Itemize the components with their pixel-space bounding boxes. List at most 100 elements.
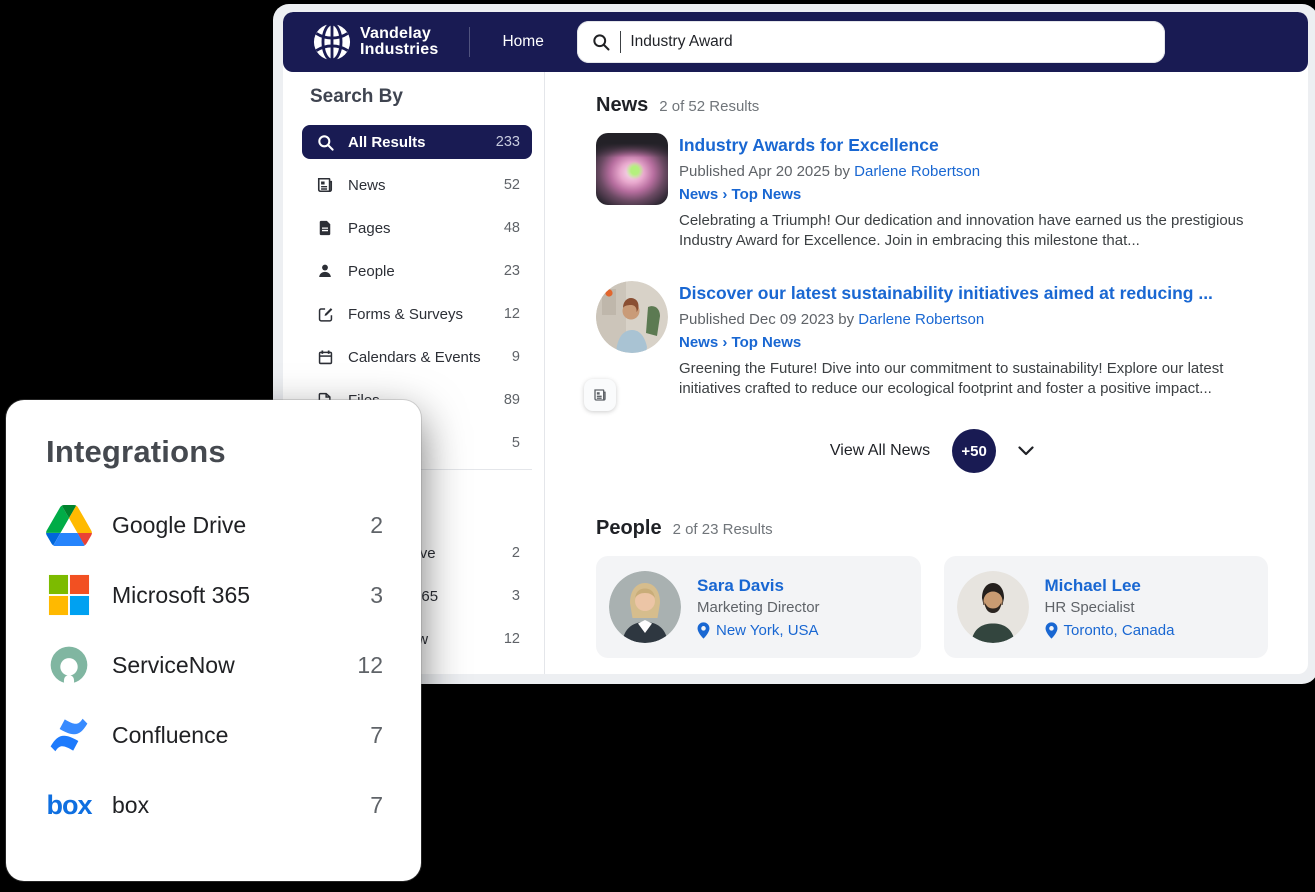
news-published-line: Published Apr 20 2025 by Darlene Roberts… <box>679 163 1264 180</box>
news-icon <box>315 175 335 195</box>
top-navbar: Vandelay Industries Home Industry Award <box>283 12 1308 72</box>
more-results-badge[interactable]: +50 <box>952 429 996 473</box>
news-excerpt: Celebrating a Triumph! Our dedication an… <box>679 211 1264 251</box>
news-breadcrumb[interactable]: News › Top News <box>679 186 801 203</box>
news-breadcrumb[interactable]: News › Top News <box>679 334 801 351</box>
calendar-icon <box>315 347 335 367</box>
view-all-news-button[interactable]: View All News <box>830 442 930 460</box>
nav-home-link[interactable]: Home <box>502 33 543 51</box>
news-heading: News <box>596 94 648 117</box>
sidebar-item-count: 12 <box>504 631 520 647</box>
news-result-item: Discover our latest sustainability initi… <box>596 281 1268 399</box>
integration-count: 12 <box>357 652 383 679</box>
news-published-line: Published Dec 09 2023 by Darlene Roberts… <box>679 311 1264 328</box>
integration-count: 3 <box>370 582 383 609</box>
integration-row-box[interactable]: box box 7 <box>46 770 383 840</box>
pages-icon <box>315 218 335 238</box>
author-link[interactable]: Darlene Robertson <box>858 311 984 328</box>
news-thumbnail[interactable] <box>596 281 668 399</box>
sidebar-item-count: 89 <box>504 392 520 408</box>
location-text: Toronto, Canada <box>1064 622 1175 639</box>
person-icon <box>315 261 335 281</box>
search-icon <box>591 32 611 52</box>
sidebar-heading: Search By <box>310 86 532 108</box>
news-type-badge <box>584 379 616 411</box>
confluence-icon <box>46 714 92 756</box>
content-area: Search By All Results 233 <box>283 72 1308 674</box>
news-result-body: Discover our latest sustainability initi… <box>679 281 1264 399</box>
navbar-divider <box>469 27 470 57</box>
sidebar-item-count: 23 <box>504 263 520 279</box>
search-query-text: Industry Award <box>630 33 732 51</box>
avatar <box>609 571 681 643</box>
person-card-info: Michael Lee HR Specialist Toronto, Canad… <box>1045 576 1175 639</box>
sidebar-item-calendars-events[interactable]: Calendars & Events 9 <box>302 340 532 374</box>
sidebar-item-count: 2 <box>512 545 520 561</box>
sidebar-item-label: All Results <box>348 134 483 151</box>
people-cards: Sara Davis Marketing Director New York, … <box>596 556 1268 658</box>
integration-row-google-drive[interactable]: Google Drive 2 <box>46 490 383 560</box>
form-pencil-icon <box>315 304 335 324</box>
sidebar-item-count: 5 <box>512 435 520 451</box>
tunnel-thumbnail-image <box>596 133 668 205</box>
person-thumbnail-image <box>596 281 668 353</box>
location-text: New York, USA <box>716 622 819 639</box>
sidebar-item-label: Calendars & Events <box>348 349 499 366</box>
integration-label: ServiceNow <box>112 652 337 679</box>
integration-label: Microsoft 365 <box>112 582 350 609</box>
author-link[interactable]: Darlene Robertson <box>854 163 980 180</box>
sidebar-item-count: 12 <box>504 306 520 322</box>
search-results: News 2 of 52 Results Industry Awards for… <box>545 72 1308 674</box>
globe-logo-icon <box>313 23 351 61</box>
sidebar-item-pages[interactable]: Pages 48 <box>302 211 532 245</box>
search-input[interactable]: Industry Award <box>577 21 1165 63</box>
news-thumbnail[interactable] <box>596 133 668 251</box>
app-window: Vandelay Industries Home Industry Award <box>273 4 1315 684</box>
brand-name: Vandelay Industries <box>360 26 438 59</box>
sidebar-item-label: Pages <box>348 220 491 237</box>
integration-count: 7 <box>370 722 383 749</box>
person-card[interactable]: Michael Lee HR Specialist Toronto, Canad… <box>944 556 1269 658</box>
app-window-content: Vandelay Industries Home Industry Award <box>283 12 1308 674</box>
sidebar-item-all-results[interactable]: All Results 233 <box>302 125 532 159</box>
integration-label: Confluence <box>112 722 350 749</box>
person-name-link[interactable]: Michael Lee <box>1045 576 1175 596</box>
search-icon <box>315 132 335 152</box>
box-logo-icon: box <box>46 790 92 821</box>
person-name-link[interactable]: Sara Davis <box>697 576 820 596</box>
sidebar-item-count: 52 <box>504 177 520 193</box>
person-card[interactable]: Sara Davis Marketing Director New York, … <box>596 556 921 658</box>
sidebar-item-label: Forms & Surveys <box>348 306 491 323</box>
sidebar-item-count: 3 <box>512 588 520 604</box>
news-result-item: Industry Awards for Excellence Published… <box>596 133 1268 251</box>
person-role: Marketing Director <box>697 599 820 616</box>
microsoft-365-icon <box>46 574 92 616</box>
sidebar-item-people[interactable]: People 23 <box>302 254 532 288</box>
location-pin-icon <box>697 622 710 639</box>
sidebar-item-news[interactable]: News 52 <box>302 168 532 202</box>
news-result-count: 2 of 52 Results <box>659 98 759 115</box>
sidebar-item-forms-surveys[interactable]: Forms & Surveys 12 <box>302 297 532 331</box>
integration-count: 7 <box>370 792 383 819</box>
news-title-link[interactable]: Discover our latest sustainability initi… <box>679 283 1213 304</box>
person-role: HR Specialist <box>1045 599 1175 616</box>
news-title-link[interactable]: Industry Awards for Excellence <box>679 135 939 156</box>
sidebar-item-count: 9 <box>512 349 520 365</box>
sidebar-item-label: News <box>348 177 491 194</box>
brand-logo[interactable]: Vandelay Industries <box>313 23 438 61</box>
chevron-down-icon[interactable] <box>1018 446 1034 457</box>
integration-row-confluence[interactable]: Confluence 7 <box>46 700 383 770</box>
stage: Vandelay Industries Home Industry Award <box>0 0 1315 892</box>
integrations-list: Google Drive 2 Microsoft 365 3 <box>46 490 383 840</box>
integration-label: Google Drive <box>112 512 350 539</box>
integration-row-servicenow[interactable]: ServiceNow 12 <box>46 630 383 700</box>
integration-count: 2 <box>370 512 383 539</box>
people-section-header: People 2 of 23 Results <box>596 517 1268 540</box>
person-card-info: Sara Davis Marketing Director New York, … <box>697 576 820 639</box>
sidebar-item-count: 233 <box>496 134 520 150</box>
integration-row-microsoft-365[interactable]: Microsoft 365 3 <box>46 560 383 630</box>
news-section-header: News 2 of 52 Results <box>596 94 1268 117</box>
people-result-count: 2 of 23 Results <box>673 521 773 538</box>
sidebar-item-label: People <box>348 263 491 280</box>
location-pin-icon <box>1045 622 1058 639</box>
